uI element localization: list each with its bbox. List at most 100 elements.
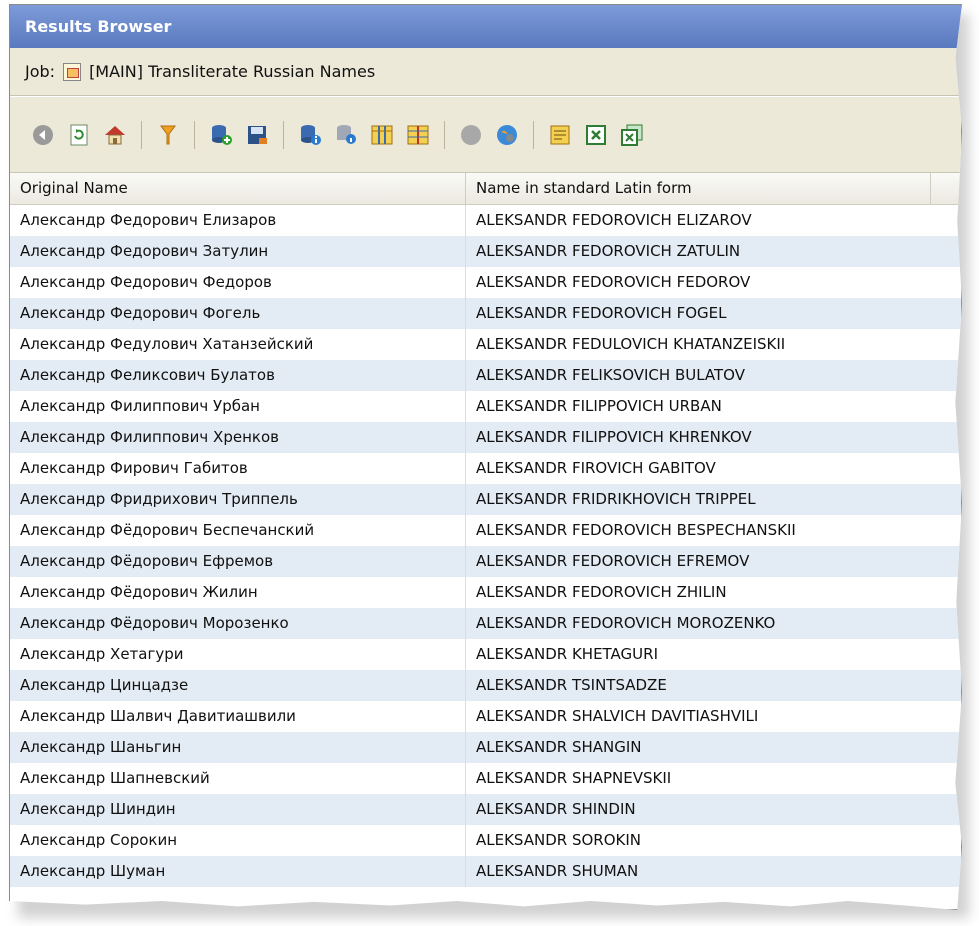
cell-latin-name: ALEKSANDR SHAPNEVSKII bbox=[476, 769, 672, 787]
cell-latin-name: ALEKSANDR SHALVICH DAVITIASHVILI bbox=[476, 707, 759, 725]
table-header: Original Name Name in standard Latin for… bbox=[10, 173, 961, 205]
job-bar: Job: [MAIN] Transliterate Russian Names bbox=[10, 48, 961, 96]
table-row[interactable]: Александр Фёдорович Жилин ALEKSANDR FEDOR… bbox=[10, 577, 961, 608]
table-row[interactable]: Александр Шаньгин ALEKSANDR SHANGIN bbox=[10, 732, 961, 763]
cell-latin-name: ALEKSANDR FEDOROVICH BESPECHANSKII bbox=[476, 521, 796, 539]
table-row[interactable]: Александр Фридрихович Триппель ALEKSANDR … bbox=[10, 484, 961, 515]
column-header-latin-name[interactable]: Name in standard Latin form bbox=[466, 173, 931, 204]
cell-original-name: Александр Шиндин bbox=[10, 794, 466, 825]
filter-button[interactable] bbox=[155, 122, 181, 148]
cell-latin-name: ALEKSANDR FEDULOVICH KHATANZEISKII bbox=[476, 335, 786, 353]
cell-latin-name: ALEKSANDR FEDOROVICH ZHILIN bbox=[476, 583, 727, 601]
database-save-button[interactable] bbox=[244, 122, 270, 148]
stop-icon bbox=[461, 124, 481, 145]
table-row[interactable]: Александр Федорович Затулин ALEKSANDR FED… bbox=[10, 236, 961, 267]
toolbar-separator bbox=[533, 120, 534, 149]
table-row[interactable]: Александр Шалвич Давитиашвили ALEKSANDR S… bbox=[10, 701, 961, 732]
table-row[interactable]: Александр Фёдорович Морозенко ALEKSANDR F… bbox=[10, 608, 961, 639]
cell-original-name: Александр Филиппович Хренков bbox=[10, 422, 466, 453]
cell-original-name: Александр Шуман bbox=[10, 856, 466, 887]
table-row[interactable]: Александр Федорович Елизаров ALEKSANDR FE… bbox=[10, 205, 961, 236]
cell-original-name: Александр Федорович Фогель bbox=[10, 298, 466, 329]
cell-original-name: Александр Фёдорович Жилин bbox=[10, 577, 466, 608]
columns-alt-icon bbox=[407, 125, 429, 144]
cell-original-name: Александр Цинцадзе bbox=[10, 670, 466, 701]
results-browser-panel: Results Browser Job: [MAIN] Transliterat… bbox=[9, 4, 962, 910]
cell-latin-name: ALEKSANDR FILIPPOVICH KHRENKOV bbox=[476, 428, 752, 446]
database-info-button[interactable] bbox=[297, 122, 323, 148]
job-label: Job: bbox=[25, 61, 56, 81]
excel-icon bbox=[586, 124, 606, 145]
toolbar-separator bbox=[444, 120, 445, 149]
cell-original-name: Александр Федорович Затулин bbox=[10, 236, 466, 267]
columns-icon bbox=[371, 125, 393, 144]
filter-icon bbox=[160, 125, 176, 144]
column-header-original-name[interactable]: Original Name bbox=[10, 173, 466, 204]
cell-original-name: Александр Филиппович Урбан bbox=[10, 391, 466, 422]
results-table: Александр Федорович Елизаров ALEKSANDR FE… bbox=[10, 205, 961, 887]
cell-latin-name: ALEKSANDR FILIPPOVICH URBAN bbox=[476, 397, 722, 415]
database-search-icon bbox=[337, 124, 356, 144]
job-icon bbox=[63, 62, 82, 81]
cell-latin-name: ALEKSANDR FEDOROVICH ZATULIN bbox=[476, 242, 741, 260]
cell-original-name: Александр Фридрихович Триппель bbox=[10, 484, 466, 515]
table-row[interactable]: Александр Шапневский ALEKSANDR SHAPNEVSKI… bbox=[10, 763, 961, 794]
home-icon bbox=[105, 125, 125, 144]
home-button[interactable] bbox=[102, 122, 128, 148]
globe-button[interactable] bbox=[494, 122, 520, 148]
cell-original-name: Александр Федулович Хатанзейский bbox=[10, 329, 466, 360]
stop-button[interactable] bbox=[458, 122, 484, 148]
cell-original-name: Александр Федорович Федоров bbox=[10, 267, 466, 298]
cell-original-name: Александр Шапневский bbox=[10, 763, 466, 794]
table-row[interactable]: Александр Феликсович Булатов ALEKSANDR FE… bbox=[10, 360, 961, 391]
cell-latin-name: ALEKSANDR TSINTSADZE bbox=[476, 676, 667, 694]
cell-latin-name: ALEKSANDR SOROKIN bbox=[476, 831, 641, 849]
cell-original-name: Александр Фёдорович Морозенко bbox=[10, 608, 466, 639]
table-row[interactable]: Александр Фирович Габитов ALEKSANDR FIROV… bbox=[10, 453, 961, 484]
table-row[interactable]: Александр Шуман ALEKSANDR SHUMAN bbox=[10, 856, 961, 887]
table-row[interactable]: Александр Федорович Фогель ALEKSANDR FEDO… bbox=[10, 298, 961, 329]
table-row[interactable]: Александр Сорокин ALEKSANDR SOROKIN bbox=[10, 825, 961, 856]
table-row[interactable]: Александр Фёдорович Беспечанский ALEKSAND… bbox=[10, 515, 961, 546]
excel-multi-button[interactable] bbox=[619, 122, 645, 148]
table-row[interactable]: Александр Федулович Хатанзейский ALEKSAND… bbox=[10, 329, 961, 360]
toolbar-separator bbox=[194, 120, 195, 149]
database-search-button[interactable] bbox=[333, 122, 359, 148]
cell-latin-name: ALEKSANDR FRIDRIKHOVICH TRIPPEL bbox=[476, 490, 756, 508]
table-row[interactable]: Александр Филиппович Урбан ALEKSANDR FILI… bbox=[10, 391, 961, 422]
columns-button[interactable] bbox=[369, 122, 395, 148]
cell-latin-name: ALEKSANDR FEDOROVICH ELIZAROV bbox=[476, 211, 752, 229]
cell-latin-name: ALEKSANDR FELIKSOVICH BULATOV bbox=[476, 366, 745, 384]
job-name[interactable]: [MAIN] Transliterate Russian Names bbox=[89, 48, 375, 96]
back-icon bbox=[33, 124, 53, 145]
panel-title: Results Browser bbox=[10, 5, 961, 48]
cell-original-name: Александр Хетагури bbox=[10, 639, 466, 670]
columns-alt-button[interactable] bbox=[405, 122, 431, 148]
cell-latin-name: ALEKSANDR SHUMAN bbox=[476, 862, 639, 880]
cell-latin-name: ALEKSANDR FEDOROVICH FEDOROV bbox=[476, 273, 751, 291]
toolbar bbox=[10, 97, 961, 173]
cell-original-name: Александр Фирович Габитов bbox=[10, 453, 466, 484]
excel-button[interactable] bbox=[583, 122, 609, 148]
cell-original-name: Александр Фёдорович Беспечанский bbox=[10, 515, 466, 546]
export-button[interactable] bbox=[547, 122, 573, 148]
refresh-button[interactable] bbox=[66, 122, 92, 148]
table-row[interactable]: Александр Филиппович Хренков ALEKSANDR FI… bbox=[10, 422, 961, 453]
database-add-icon bbox=[212, 124, 232, 145]
table-row[interactable]: Александр Федорович Федоров ALEKSANDR FED… bbox=[10, 267, 961, 298]
table-row[interactable]: Александр Фёдорович Ефремов ALEKSANDR FED… bbox=[10, 546, 961, 577]
cell-latin-name: ALEKSANDR FEDOROVICH EFREMOV bbox=[476, 552, 750, 570]
table-row[interactable]: Александр Шиндин ALEKSANDR SHINDIN bbox=[10, 794, 961, 825]
cell-original-name: Александр Феликсович Булатов bbox=[10, 360, 466, 391]
database-add-button[interactable] bbox=[208, 122, 234, 148]
cell-original-name: Александр Шалвич Давитиашвили bbox=[10, 701, 466, 732]
database-save-icon bbox=[248, 125, 267, 144]
cell-latin-name: ALEKSANDR FEDOROVICH FOGEL bbox=[476, 304, 727, 322]
excel-multi-icon bbox=[621, 124, 643, 146]
table-row[interactable]: Александр Цинцадзе ALEKSANDR TSINTSADZE bbox=[10, 670, 961, 701]
back-button[interactable] bbox=[30, 122, 56, 148]
cell-latin-name: ALEKSANDR SHINDIN bbox=[476, 800, 636, 818]
cell-latin-name: ALEKSANDR KHETAGURI bbox=[476, 645, 658, 663]
globe-icon bbox=[497, 124, 517, 145]
table-row[interactable]: Александр Хетагури ALEKSANDR KHETAGURI bbox=[10, 639, 961, 670]
